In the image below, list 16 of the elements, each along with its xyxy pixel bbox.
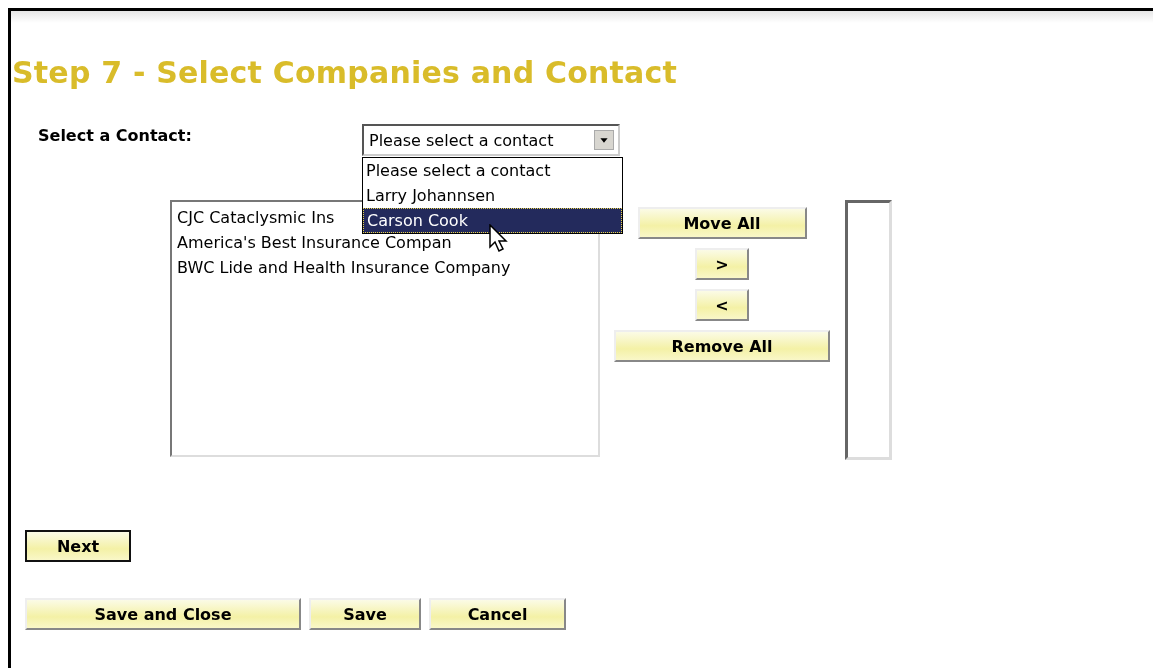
footer-button[interactable]: Save and Close xyxy=(25,598,301,630)
page-title: Step 7 - Select Companies and Contact xyxy=(12,55,678,90)
dropdown-option[interactable]: Please select a contact xyxy=(363,158,622,183)
footer-button[interactable]: Cancel xyxy=(429,598,566,630)
dropdown-option[interactable]: Carson Cook xyxy=(363,208,622,233)
move-button[interactable]: Remove All xyxy=(614,330,830,362)
move-button[interactable]: Move All xyxy=(637,207,807,239)
contact-select[interactable]: Please select a contact xyxy=(362,124,620,156)
move-button[interactable]: > xyxy=(695,248,749,280)
footer-button[interactable]: Save xyxy=(309,598,421,630)
list-item[interactable]: BWC Lide and Health Insurance Company xyxy=(177,255,593,280)
selected-companies-list[interactable] xyxy=(845,200,892,460)
move-button[interactable]: < xyxy=(695,289,749,321)
next-button[interactable]: Next xyxy=(25,530,131,562)
contact-label: Select a Contact: xyxy=(38,125,193,145)
list-item[interactable]: America's Best Insurance Compan xyxy=(177,230,593,255)
